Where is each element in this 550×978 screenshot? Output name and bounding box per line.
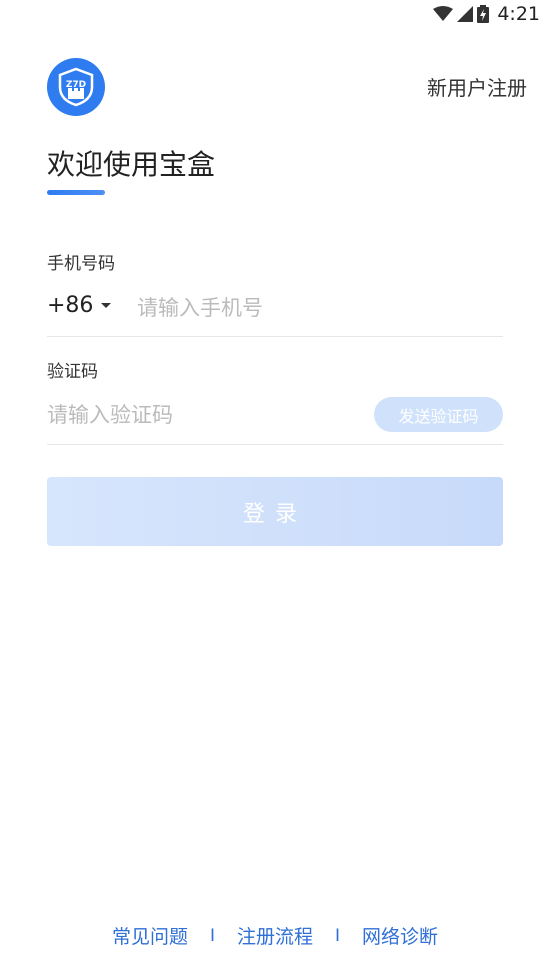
title-underline xyxy=(47,190,105,195)
code-input[interactable] xyxy=(47,398,347,432)
code-label: 验证码 xyxy=(47,362,98,382)
divider xyxy=(47,336,503,337)
send-code-button[interactable]: 发送验证码 xyxy=(374,397,503,432)
footer-separator: I xyxy=(209,925,215,946)
network-diagnosis-link[interactable]: 网络诊断 xyxy=(362,922,438,949)
faq-link[interactable]: 常见问题 xyxy=(112,922,188,949)
registration-process-link[interactable]: 注册流程 xyxy=(237,922,313,949)
app-logo: Z7D xyxy=(47,58,105,116)
shield-logo-icon: Z7D xyxy=(58,67,94,107)
phone-input[interactable] xyxy=(137,291,497,325)
page-title: 欢迎使用宝盒 xyxy=(47,148,216,181)
wifi-icon xyxy=(433,6,454,21)
signal-icon xyxy=(457,6,474,22)
status-time: 4:21 xyxy=(497,3,540,25)
footer-links: 常见问题 I 注册流程 I 网络诊断 xyxy=(0,922,550,949)
country-code-selector[interactable]: +86 xyxy=(47,293,112,318)
caret-down-icon xyxy=(101,303,112,308)
login-button[interactable]: 登录 xyxy=(47,477,503,546)
register-link[interactable]: 新用户注册 xyxy=(427,72,527,101)
footer-separator: I xyxy=(335,925,341,946)
status-bar: 4:21 xyxy=(0,0,550,28)
status-icons: 4:21 xyxy=(433,3,540,25)
phone-label: 手机号码 xyxy=(47,254,115,274)
divider xyxy=(47,444,503,445)
battery-icon xyxy=(477,5,490,23)
country-code-text: +86 xyxy=(47,293,94,318)
